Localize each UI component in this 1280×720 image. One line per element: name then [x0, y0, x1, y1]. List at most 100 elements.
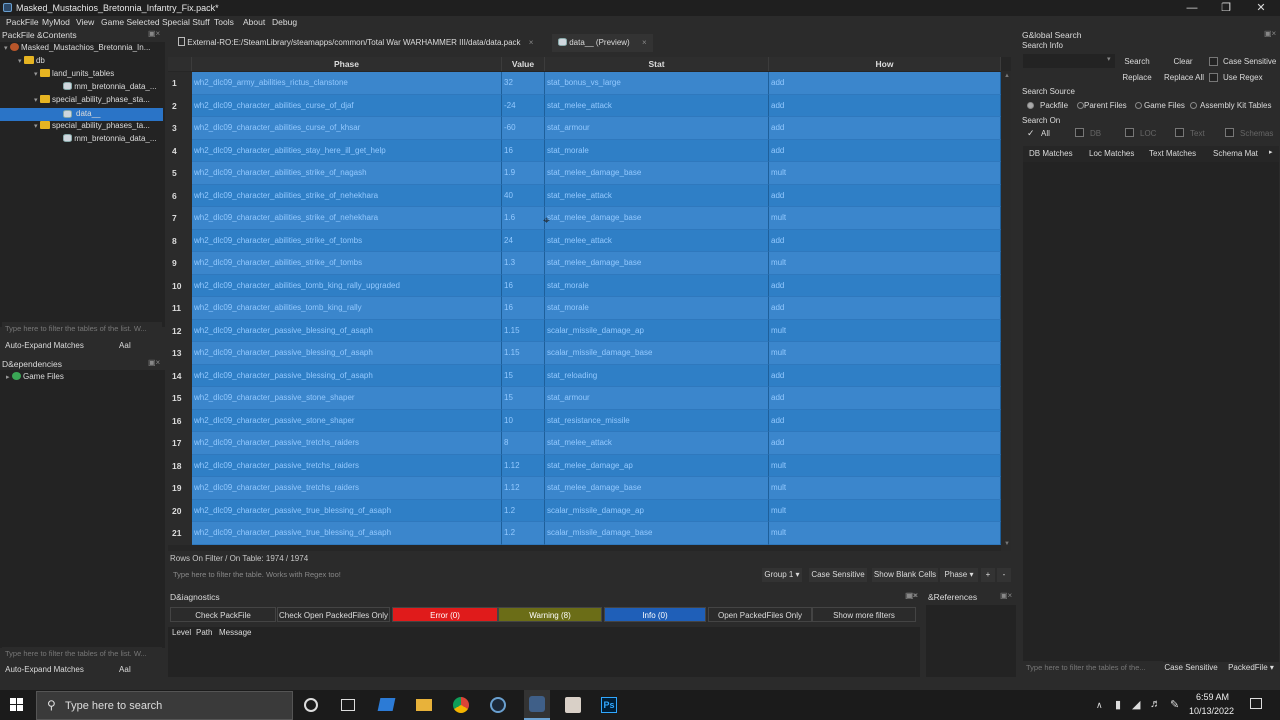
- windows-start-icon[interactable]: [10, 698, 24, 712]
- tree-item-file[interactable]: mm_bretonnia_data_...: [63, 82, 157, 95]
- checkmark-icon[interactable]: ✓: [1027, 128, 1035, 139]
- row-number[interactable]: 14: [168, 364, 192, 387]
- expand-icon[interactable]: ▾: [34, 123, 38, 130]
- task-view-icon[interactable]: [341, 699, 355, 711]
- taskbar-date[interactable]: 10/13/2022: [1189, 706, 1234, 716]
- cell-value[interactable]: 1.15: [502, 342, 545, 365]
- cell-phase[interactable]: wh2_dlc09_character_passive_true_blessin…: [192, 499, 502, 522]
- cell-phase[interactable]: wh2_dlc09_character_passive_tretchs_raid…: [192, 432, 502, 455]
- tree-item-land-units[interactable]: ▾ land_units_tables: [34, 69, 114, 82]
- tree-item-game-files[interactable]: ▸ Game Files: [6, 372, 64, 385]
- cell-stat[interactable]: scalar_missile_damage_ap: [545, 499, 769, 522]
- history-dropdown-icon[interactable]: ▾: [1107, 55, 1111, 63]
- table-row[interactable]: 8 wh2_dlc09_character_abilities_strike_of…: [168, 229, 1011, 252]
- cell-how[interactable]: add: [769, 432, 1001, 455]
- on-schemas-checkbox[interactable]: [1225, 128, 1234, 137]
- info-filter-button[interactable]: Info (0): [604, 607, 706, 622]
- cell-value[interactable]: 1.2: [502, 522, 545, 545]
- cell-how[interactable]: mult: [769, 499, 1001, 522]
- photoshop-icon[interactable]: Ps: [601, 697, 617, 713]
- cell-value[interactable]: -24: [502, 94, 545, 117]
- row-number[interactable]: 17: [168, 432, 192, 455]
- cell-how[interactable]: mult: [769, 342, 1001, 365]
- tree-item-file[interactable]: mm_bretonnia_data_...: [63, 134, 157, 147]
- cell-value[interactable]: 1.12: [502, 454, 545, 477]
- table-row[interactable]: 5 wh2_dlc09_character_abilities_strike_of…: [168, 162, 1011, 185]
- cell-stat[interactable]: stat_melee_attack: [545, 184, 769, 207]
- tab-loc-matches[interactable]: Loc Matches: [1089, 147, 1134, 161]
- cell-phase[interactable]: wh2_dlc09_character_abilities_strike_of_…: [192, 252, 502, 275]
- dock-close-icon[interactable]: ▣×: [1264, 29, 1276, 38]
- check-open-packedfiles-button[interactable]: Check Open PackedFiles Only: [277, 607, 390, 622]
- cell-value[interactable]: 24: [502, 229, 545, 252]
- cell-how[interactable]: add: [769, 364, 1001, 387]
- replace-all-button[interactable]: Replace All: [1159, 71, 1209, 85]
- cell-value[interactable]: 1.3: [502, 252, 545, 275]
- menu-about[interactable]: About: [243, 17, 265, 27]
- menu-view[interactable]: View: [76, 17, 94, 27]
- table-row[interactable]: 15 wh2_dlc09_character_passive_stone_shap…: [168, 387, 1011, 410]
- cell-how[interactable]: add: [769, 94, 1001, 117]
- scroll-down-icon[interactable]: ▼: [1004, 541, 1010, 547]
- tab-text-matches[interactable]: Text Matches: [1149, 147, 1196, 161]
- source-assembly-radio[interactable]: [1190, 102, 1197, 109]
- cell-value[interactable]: -60: [502, 117, 545, 140]
- cell-phase[interactable]: wh2_dlc09_character_passive_blessing_of_…: [192, 364, 502, 387]
- menu-game-selected[interactable]: Game Selected: [101, 17, 160, 27]
- cell-how[interactable]: add: [769, 72, 1001, 95]
- expand-icon[interactable]: ▾: [34, 97, 38, 104]
- case-sensitive-checkbox[interactable]: [1209, 57, 1218, 66]
- tree-item-selected[interactable]: data__: [0, 108, 163, 121]
- cell-how[interactable]: add: [769, 139, 1001, 162]
- group-select[interactable]: Group 1 ▾: [762, 568, 802, 582]
- tree-item-db[interactable]: ▾ db: [18, 56, 45, 69]
- cell-stat[interactable]: stat_morale: [545, 297, 769, 320]
- search-button[interactable]: Search: [1117, 55, 1157, 69]
- maximize-button[interactable]: ❐: [1210, 1, 1242, 15]
- cell-value[interactable]: 16: [502, 274, 545, 297]
- cell-stat[interactable]: stat_melee_attack: [545, 229, 769, 252]
- clear-button[interactable]: Clear: [1163, 55, 1203, 69]
- row-number[interactable]: 1: [168, 72, 192, 95]
- row-number[interactable]: 9: [168, 252, 192, 275]
- cell-value[interactable]: 8: [502, 432, 545, 455]
- cell-how[interactable]: mult: [769, 454, 1001, 477]
- cell-value[interactable]: 15: [502, 387, 545, 410]
- results-filter-input[interactable]: Type here to filter the tables of the...: [1023, 661, 1163, 675]
- cell-phase[interactable]: wh2_dlc09_character_passive_tretchs_raid…: [192, 454, 502, 477]
- row-number[interactable]: 7: [168, 207, 192, 230]
- minimize-button[interactable]: —: [1176, 1, 1208, 15]
- aai-button[interactable]: AaI: [95, 663, 155, 677]
- table-row[interactable]: 17 wh2_dlc09_character_passive_tretchs_ra…: [168, 432, 1011, 455]
- replace-input[interactable]: [1023, 71, 1115, 85]
- cell-phase[interactable]: wh2_dlc09_character_abilities_curse_of_d…: [192, 94, 502, 117]
- tray-volume-icon[interactable]: ♬: [1150, 698, 1161, 710]
- table-row[interactable]: 16 wh2_dlc09_character_passive_stone_shap…: [168, 409, 1011, 432]
- dock-close-icon[interactable]: ▣×: [1000, 591, 1012, 600]
- table-row[interactable]: 3 wh2_dlc09_character_abilities_curse_of_…: [168, 117, 1011, 140]
- cell-stat[interactable]: stat_melee_damage_base: [545, 477, 769, 500]
- source-game-radio[interactable]: [1135, 102, 1142, 109]
- cell-how[interactable]: mult: [769, 252, 1001, 275]
- cell-value[interactable]: 1.9: [502, 162, 545, 185]
- cell-how[interactable]: mult: [769, 477, 1001, 500]
- cell-phase[interactable]: wh2_dlc09_character_passive_stone_shaper: [192, 387, 502, 410]
- dock-close-icon[interactable]: ▣×: [148, 29, 160, 38]
- row-number[interactable]: 21: [168, 522, 192, 545]
- cell-how[interactable]: mult: [769, 522, 1001, 545]
- cell-how[interactable]: mult: [769, 319, 1001, 342]
- tree-item-phase-stat[interactable]: ▾ special_ability_phase_sta...: [34, 95, 150, 108]
- cell-stat[interactable]: stat_bonus_vs_large: [545, 72, 769, 95]
- row-number[interactable]: 10: [168, 274, 192, 297]
- table-row[interactable]: 18 wh2_dlc09_character_passive_tretchs_ra…: [168, 454, 1011, 477]
- cell-value[interactable]: 1.2: [502, 499, 545, 522]
- cell-how[interactable]: add: [769, 184, 1001, 207]
- source-parent-radio[interactable]: [1077, 102, 1084, 109]
- cell-value[interactable]: 10: [502, 409, 545, 432]
- on-text-checkbox[interactable]: [1175, 128, 1184, 137]
- dependencies-filter-input[interactable]: Type here to filter the tables of the li…: [2, 647, 162, 661]
- vertical-scrollbar[interactable]: ▲ ▼: [1001, 71, 1011, 551]
- cell-value[interactable]: 1.15: [502, 319, 545, 342]
- search-input[interactable]: ▾: [1023, 54, 1115, 68]
- table-row[interactable]: 2 wh2_dlc09_character_abilities_curse_of_…: [168, 94, 1011, 117]
